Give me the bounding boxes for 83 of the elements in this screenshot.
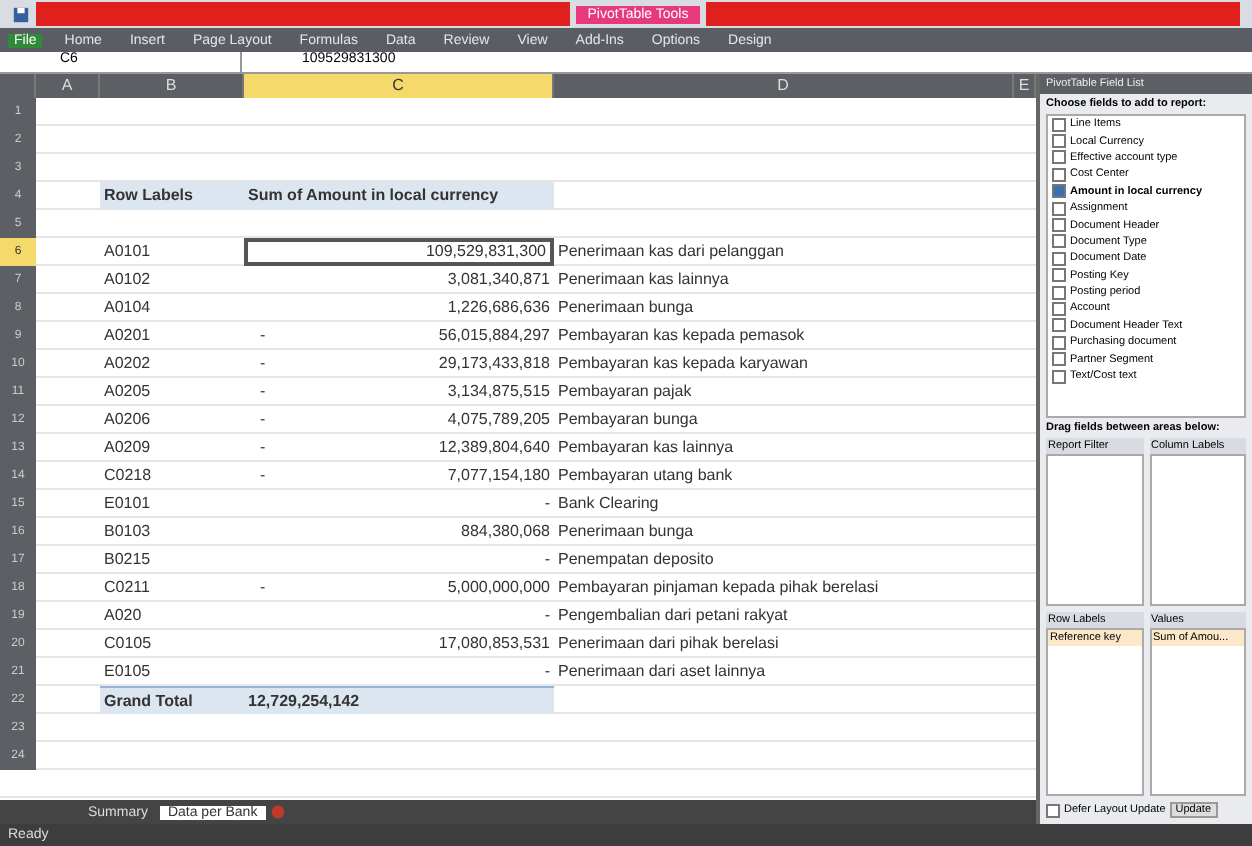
checkbox[interactable] [1052, 369, 1066, 384]
table-cell-text: - [258, 408, 266, 432]
table-cell: E0105 [104, 662, 151, 680]
table-cell-text: - [544, 492, 550, 516]
table-cell: A020 [104, 606, 142, 624]
table-cell-text: 884,380,068 [461, 520, 550, 544]
save-icon[interactable] [12, 5, 30, 23]
table-cell-text: 5,000,000,000 [447, 576, 550, 600]
table-cell: A0104 [104, 298, 151, 316]
column-header[interactable]: D [554, 74, 1014, 98]
checkbox[interactable] [1052, 167, 1066, 182]
column-header[interactable]: E [1014, 74, 1036, 98]
table-cell: A0209 [104, 438, 151, 456]
table-cell-text: 56,015,884,297 [438, 324, 550, 348]
checkbox[interactable] [1052, 117, 1066, 132]
checkbox[interactable] [1052, 201, 1066, 216]
selected-cell[interactable]: 109,529,831,300 [244, 238, 554, 266]
table-cell-text: 12,389,804,640 [438, 436, 550, 460]
table-cell-text: - [258, 436, 266, 460]
checkbox[interactable] [1052, 184, 1066, 199]
table-cell: Pembayaran kas kepada pemasok [558, 326, 805, 344]
table-cell: Penerimaan bunga [558, 522, 694, 540]
table-cell: Pembayaran kas kepada karyawan [558, 354, 808, 372]
table-cell: Sum of Amount in local currency [244, 182, 554, 210]
column-header[interactable]: C [244, 74, 554, 98]
table-cell-text: - [258, 464, 266, 488]
table-cell: A0201 [104, 326, 151, 344]
table-cell: Penerimaan dari pihak berelasi [558, 634, 779, 652]
checkbox[interactable] [1052, 268, 1066, 283]
table-cell-text: 7,077,154,180 [447, 464, 550, 488]
table-cell-text: 3,081,340,871 [447, 268, 550, 292]
table-cell-text: 17,080,853,531 [438, 632, 550, 656]
table-cell: 109,529,831,300 [425, 242, 546, 262]
column-header[interactable]: B [100, 74, 244, 98]
table-cell-text: - [258, 380, 266, 404]
checkbox[interactable] [1052, 301, 1066, 316]
table-cell-text: - [258, 324, 266, 348]
table-cell: Pembayaran kas lainnya [558, 438, 734, 456]
checkbox[interactable] [1052, 234, 1066, 249]
table-cell: Penempatan deposito [558, 550, 714, 568]
table-cell: Row Labels [100, 182, 244, 210]
table-cell-text: - [544, 604, 550, 628]
table-cell: Penerimaan kas dari pelanggan [558, 242, 784, 260]
table-cell: Pengembalian dari petani rakyat [558, 606, 788, 624]
checkbox[interactable] [1052, 318, 1066, 333]
checkbox[interactable] [1052, 251, 1066, 266]
checkbox[interactable] [1052, 150, 1066, 165]
table-cell-text: - [258, 576, 266, 600]
checkbox[interactable] [1052, 285, 1066, 300]
table-cell: Grand Total [100, 686, 244, 714]
table-cell: A0205 [104, 382, 151, 400]
checkbox[interactable] [1052, 352, 1066, 367]
table-cell: Pembayaran bunga [558, 410, 698, 428]
table-cell-text: - [544, 660, 550, 684]
table-cell: 12,729,254,142 [244, 686, 554, 714]
table-cell: B0215 [104, 550, 151, 568]
table-cell: C0218 [104, 466, 152, 484]
checkbox[interactable] [1046, 803, 1060, 817]
table-cell-text: 29,173,433,818 [438, 352, 550, 376]
table-cell-text: - [544, 548, 550, 572]
table-cell: Pembayaran utang bank [558, 466, 733, 484]
table-cell-text: 4,075,789,205 [447, 408, 550, 432]
table-cell: E0101 [104, 494, 151, 512]
table-cell: C0211 [104, 578, 150, 596]
checkbox[interactable] [1052, 218, 1066, 233]
table-cell-text: - [258, 352, 266, 376]
table-cell-text: 3,134,875,515 [447, 380, 550, 404]
checkbox[interactable] [1052, 134, 1066, 149]
table-cell: C0105 [104, 634, 152, 652]
table-cell: Penerimaan kas lainnya [558, 270, 729, 288]
table-cell: Bank Clearing [558, 494, 659, 512]
table-cell: A0102 [104, 270, 151, 288]
table-cell: A0202 [104, 354, 151, 372]
table-cell: Pembayaran pinjaman kepada pihak berelasi [558, 578, 879, 596]
checkbox[interactable] [1052, 335, 1066, 350]
table-cell-text: 1,226,686,636 [447, 296, 550, 320]
table-cell: Pembayaran pajak [558, 382, 692, 400]
table-cell: A0206 [104, 410, 151, 428]
table-cell: Penerimaan dari aset lainnya [558, 662, 766, 680]
table-cell: A0101 [104, 242, 151, 260]
column-header[interactable]: A [36, 74, 100, 98]
table-cell: Penerimaan bunga [558, 298, 694, 316]
table-cell: B0103 [104, 522, 151, 540]
